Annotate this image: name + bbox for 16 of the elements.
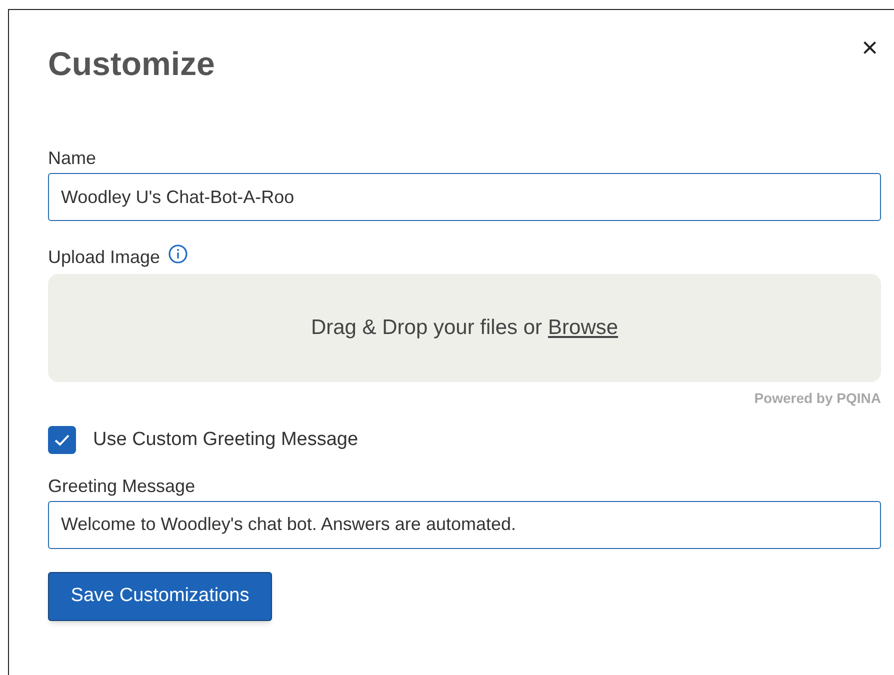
greeting-input[interactable]: Welcome to Woodley's chat bot. Answers are automated. (48, 500, 881, 548)
dialog-title: Customize (48, 44, 215, 84)
checkbox[interactable] (48, 426, 76, 454)
field-label: Name (48, 147, 98, 170)
field-label: Upload Image (48, 246, 160, 269)
drop-text: Drag & Drop your files or (310, 315, 542, 342)
close-button[interactable]: × (862, 34, 878, 62)
field-label: Greeting Message (48, 474, 196, 498)
checkbox-label: Use Custom Greeting Message (93, 428, 358, 452)
name-input[interactable]: Woodley U's Chat-Bot-A-Roo (48, 173, 881, 221)
browse-link[interactable]: Browse (548, 312, 618, 344)
save-button[interactable]: Save Customizations (48, 572, 272, 620)
info-icon[interactable] (168, 244, 188, 264)
upload-dropzone[interactable]: Drag & Drop your files or Browse (48, 274, 881, 382)
checkmark-icon (54, 434, 70, 446)
powered-by-credit: Powered by PQINA (754, 389, 881, 408)
